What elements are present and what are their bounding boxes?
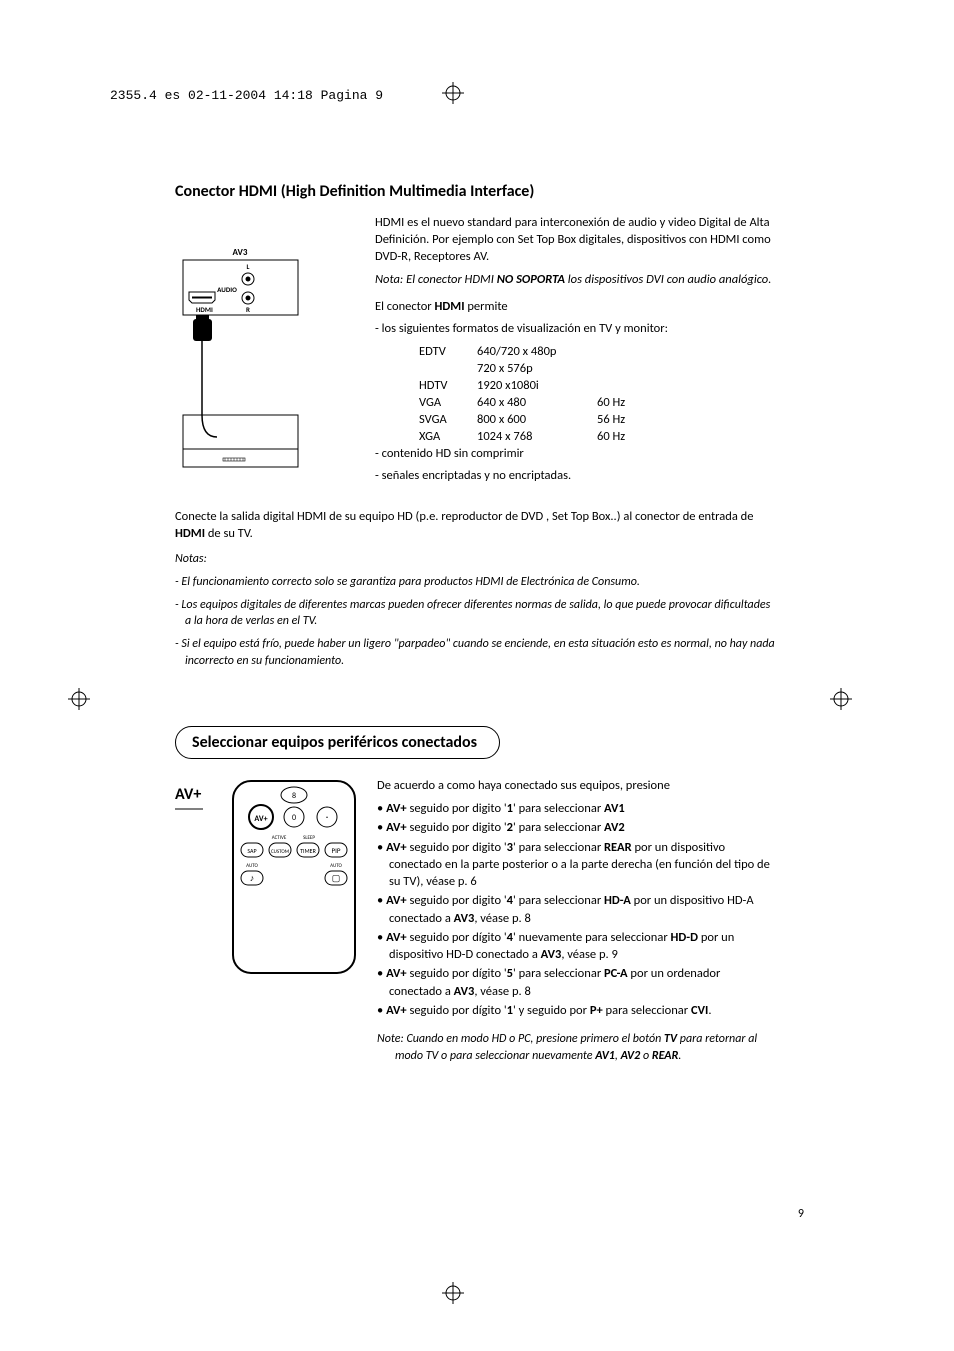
list-item: AV+ seguido por digito '4' para seleccio…	[377, 892, 775, 927]
svg-text:▢: ▢	[332, 873, 341, 884]
registration-mark-icon	[68, 688, 90, 710]
hdmi-connect-text: Conecte la salida digital HDMI de su equ…	[175, 509, 775, 543]
hdmi-connector-diagram: AV3 L AUDIO R HDMI	[175, 215, 355, 455]
table-row: XGA1024 x 76860 Hz	[419, 429, 775, 446]
svg-text:ACTIVE: ACTIVE	[272, 835, 287, 841]
hdmi-permite: El conector HDMI permite	[375, 299, 775, 316]
section1-title: Conector HDMI (High Definition Multimedi…	[175, 182, 775, 201]
hdmi-dvi-note: Nota: El conector HDMI NO SOPORTA los di…	[375, 272, 775, 289]
table-row: 720 x 576p	[419, 361, 775, 378]
svg-text:PIP: PIP	[332, 846, 341, 855]
svg-text:AUTO: AUTO	[330, 863, 342, 869]
section2-note: Note: Cuando en modo HD o PC, presione p…	[377, 1031, 775, 1065]
diagram-audio-label: AUDIO	[217, 285, 237, 294]
table-row: SVGA800 x 60056 Hz	[419, 412, 775, 429]
list-item: AV+ seguido por dígito '4' nuevamente pa…	[377, 929, 775, 964]
list-item: AV+ seguido por dígito '5' para seleccio…	[377, 965, 775, 1000]
svg-text:SLEEP: SLEEP	[303, 835, 315, 841]
hdmi-intro: HDMI es el nuevo standard para intercone…	[375, 215, 775, 266]
notes-title: Notas:	[175, 551, 775, 568]
list-item: AV+ seguido por digito '3' para seleccio…	[377, 839, 775, 891]
svg-text:·: ·	[326, 810, 329, 823]
svg-text:SAP: SAP	[247, 847, 256, 855]
diagram-hdmi-label: HDMI	[196, 305, 213, 314]
svg-text:CUSTOM: CUSTOM	[271, 849, 289, 855]
hdmi-formats-table: EDTV640/720 x 480p 720 x 576p HDTV1920 x…	[419, 344, 775, 445]
svg-text:AV+: AV+	[254, 814, 267, 824]
registration-mark-icon	[442, 82, 464, 104]
note-1: - El funcionamiento correcto solo se gar…	[175, 574, 775, 591]
section2-title: Seleccionar equipos periféricos conectad…	[175, 726, 500, 759]
svg-text:0: 0	[292, 813, 296, 823]
svg-text:♪: ♪	[250, 873, 255, 884]
print-header: 2355.4 es 02-11-2004 14:18 Pagina 9	[110, 88, 383, 103]
page-number: 9	[798, 1207, 804, 1221]
table-row: HDTV1920 x1080i	[419, 378, 775, 395]
list-item: AV+ seguido por dígito '1' y seguido por…	[377, 1002, 775, 1019]
remote-diagram: 8 AV+ 0 · ACTIVE SLEEP SAP CUSTOM TIMER …	[229, 777, 359, 977]
list-item: AV+ seguido por digito '1' para seleccio…	[377, 800, 775, 817]
diagram-l-label: L	[247, 262, 250, 271]
diagram-r-label: R	[246, 305, 250, 314]
avplus-callout: AV+	[175, 785, 211, 1079]
svg-text:8: 8	[292, 791, 296, 801]
diagram-av3-label: AV3	[233, 247, 248, 258]
list-item: AV+ seguido por digito '2' para seleccio…	[377, 819, 775, 836]
table-row: EDTV640/720 x 480p	[419, 344, 775, 361]
section2-intro: De acuerdo a como haya conectado sus equ…	[377, 777, 775, 794]
svg-text:TIMER: TIMER	[300, 847, 316, 855]
note-2: - Los equipos digitales de diferentes ma…	[175, 597, 775, 631]
hdmi-formats-intro: - los siguientes formatos de visualizaci…	[375, 321, 775, 338]
registration-mark-icon	[830, 688, 852, 710]
avplus-list: AV+ seguido por digito '1' para seleccio…	[377, 800, 775, 1019]
hdmi-bullet2: - contenido HD sin comprimir	[375, 446, 775, 463]
note-3: - Si el equipo está frío, puede haber un…	[175, 636, 775, 670]
registration-mark-icon	[442, 1282, 464, 1304]
table-row: VGA640 x 48060 Hz	[419, 395, 775, 412]
hdmi-bullet3: - señales encriptadas y no encriptadas.	[375, 468, 775, 485]
svg-text:AUTO: AUTO	[246, 863, 258, 869]
